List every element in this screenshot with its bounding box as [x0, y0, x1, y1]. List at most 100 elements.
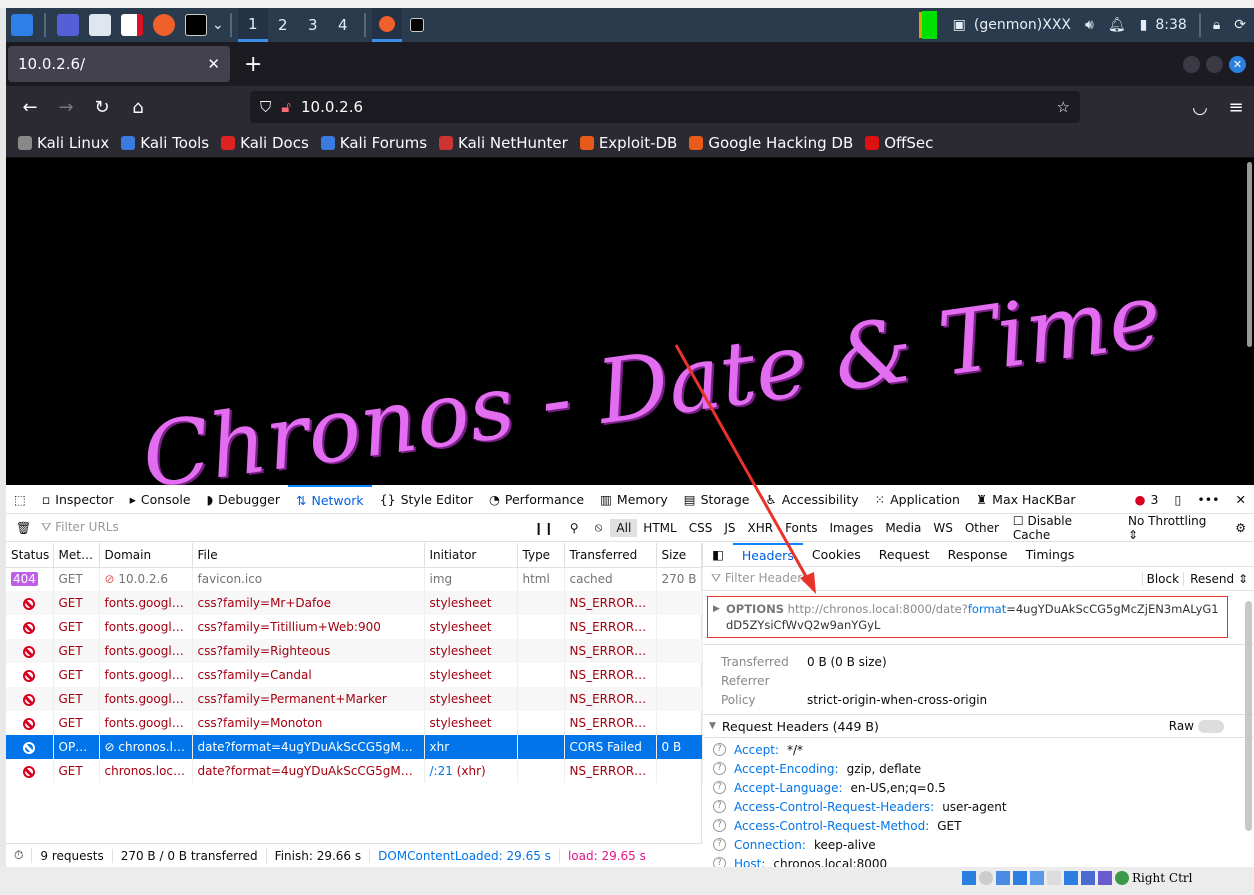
tab-console[interactable]: ▸ Console [122, 485, 199, 514]
battery-icon[interactable]: ▮ [1140, 17, 1148, 33]
request-row[interactable]: GET fonts.googleapis.com css?family=Monoto… [6, 711, 703, 735]
block-button[interactable]: Block [1141, 571, 1183, 586]
pocket-icon[interactable]: ◡ [1182, 97, 1218, 118]
shield-icon[interactable]: ⛉ [260, 98, 271, 116]
help-icon[interactable]: ? [713, 819, 726, 832]
tab-max-hackbar[interactable]: ♜ Max HacKBar [968, 485, 1084, 514]
workspace-4[interactable]: 4 [328, 8, 358, 42]
notification-bell-icon[interactable]: 🔔︎ [1108, 17, 1126, 33]
filter-xhr[interactable]: XHR [741, 519, 779, 537]
request-headers-section[interactable]: ▼ Request Headers (449 B) Raw [703, 714, 1254, 738]
filter-css[interactable]: CSS [683, 519, 719, 537]
responsive-mode-icon[interactable]: ▯ [1167, 485, 1190, 514]
tab-application[interactable]: ⁙ Application [867, 485, 968, 514]
throttling-select[interactable]: No Throttling ⇕ [1120, 514, 1227, 542]
vm-cpu-icon[interactable] [1098, 871, 1112, 885]
back-icon[interactable]: ← [12, 97, 48, 118]
tab-response[interactable]: Response [939, 547, 1017, 562]
close-tab-icon[interactable]: ✕ [207, 55, 220, 73]
header-row[interactable]: ? Accept: */* [703, 740, 1254, 759]
column-header[interactable]: Transferred [564, 543, 657, 568]
request-row[interactable]: GET fonts.googleapis.com css?family=Perman… [6, 687, 703, 711]
header-row[interactable]: ? Access-Control-Request-Headers: user-age… [703, 797, 1254, 816]
window-terminal[interactable] [402, 8, 432, 42]
bookmark-google-hacking-db[interactable]: Google Hacking DB [689, 134, 853, 152]
toggle-sidebar-icon[interactable]: ◧ [703, 547, 733, 562]
header-row[interactable]: ? Access-Control-Request-Method: GET [703, 816, 1254, 835]
volume-icon[interactable]: 🔊︎ [1085, 17, 1094, 33]
request-row[interactable]: OPTI…⊘ chronos.local:8000date?format=4ug… [6, 735, 703, 759]
vm-network-icon[interactable] [1013, 871, 1027, 885]
url-bar[interactable]: ⛉ 🔓︎ 10.0.2.6 ☆ [250, 91, 1080, 123]
tab-network[interactable]: ⇅ Network [287, 484, 372, 514]
kali-menu-icon[interactable] [11, 14, 33, 36]
column-header[interactable]: File [192, 543, 425, 568]
forward-icon[interactable]: → [48, 97, 84, 118]
expand-triangle-icon[interactable]: ▶ [713, 601, 720, 617]
firefox-icon[interactable] [153, 14, 175, 36]
bookmark-kali-docs[interactable]: Kali Docs [221, 134, 309, 152]
search-icon[interactable]: ⚲ [562, 521, 587, 535]
bookmark-kali-tools[interactable]: Kali Tools [121, 134, 209, 152]
disable-cache-checkbox[interactable]: ☐ Disable Cache [1005, 514, 1120, 542]
tab-performance[interactable]: ◔ Performance [481, 485, 592, 514]
filter-ws[interactable]: WS [927, 519, 958, 537]
page-scrollbar[interactable] [1247, 162, 1252, 347]
bookmark-star-icon[interactable]: ☆ [1057, 98, 1070, 116]
resend-button[interactable]: Resend ⇕ [1183, 571, 1254, 586]
initiator-link[interactable]: /:21 [430, 764, 453, 778]
workspace-1[interactable]: 1 [237, 8, 268, 42]
column-header[interactable]: Met… [53, 543, 100, 568]
header-row[interactable]: ? Accept-Encoding: gzip, deflate [703, 759, 1254, 778]
hamburger-menu-icon[interactable]: ≡ [1218, 97, 1254, 118]
desktop-icon[interactable] [57, 14, 79, 36]
pause-icon[interactable]: ❙❙ [526, 521, 562, 535]
filter-other[interactable]: Other [959, 519, 1005, 537]
file-manager-icon[interactable] [89, 14, 111, 36]
home-icon[interactable]: ⌂ [120, 97, 156, 118]
vm-optical-icon[interactable] [979, 871, 993, 885]
collapse-triangle-icon[interactable]: ▼ [709, 721, 716, 731]
request-row[interactable]: 404 GET ⊘ 10.0.2.6 favicon.ico img html cached… [6, 567, 703, 591]
stopwatch-icon[interactable]: ⏱ [6, 848, 33, 863]
reload-icon[interactable]: ↻ [84, 97, 120, 118]
request-url-summary[interactable]: ▶ OPTIONS http://chronos.local:8000/date… [707, 596, 1228, 638]
request-row[interactable]: GET fonts.googleapis.com css?family=Candal… [6, 663, 703, 687]
column-header[interactable]: Initiator [424, 543, 518, 568]
filter-fonts[interactable]: Fonts [779, 519, 823, 537]
tab-storage[interactable]: ▤ Storage [676, 485, 758, 514]
tab-accessibility[interactable]: ♿︎ Accessibility [757, 485, 866, 514]
url-text[interactable]: 10.0.2.6 [301, 98, 363, 116]
tab-style-editor[interactable]: {} Style Editor [372, 485, 481, 514]
vm-hdd-icon[interactable] [962, 871, 976, 885]
bookmark-kali-forums[interactable]: Kali Forums [320, 134, 427, 152]
tab-memory[interactable]: ▥ Memory [592, 485, 676, 514]
trash-icon[interactable]: 🗑︎ [6, 521, 41, 535]
request-row[interactable]: GET fonts.googleapis.com css?family=Mr+Daf… [6, 591, 703, 615]
vm-shared-folder-icon[interactable] [1047, 871, 1061, 885]
vm-mouse-icon[interactable] [1115, 871, 1129, 885]
filter-html[interactable]: HTML [637, 519, 682, 537]
filter-headers-input[interactable]: ⛛ Filter Headers [711, 571, 1142, 586]
bookmark-offsec[interactable]: OffSec [865, 134, 933, 152]
maximize-button[interactable] [1206, 55, 1223, 73]
help-icon[interactable]: ? [713, 838, 726, 851]
more-options-icon[interactable]: ••• [1189, 485, 1227, 514]
request-row[interactable]: GET fonts.googleapis.com css?family=Righte… [6, 639, 703, 663]
help-icon[interactable]: ? [713, 762, 726, 775]
text-editor-icon[interactable] [121, 14, 143, 36]
lock-icon[interactable]: 🔒︎ [1213, 17, 1220, 33]
bookmark-exploit-db[interactable]: Exploit-DB [579, 134, 677, 152]
filter-media[interactable]: Media [879, 519, 927, 537]
tab-debugger[interactable]: ◗ Debugger [199, 485, 288, 514]
filter-all[interactable]: All [610, 518, 638, 537]
workspace-3[interactable]: 3 [298, 8, 328, 42]
close-window-button[interactable]: ✕ [1229, 55, 1246, 73]
chevron-down-icon[interactable]: ⌄ [212, 17, 224, 33]
filter-js[interactable]: JS [718, 519, 741, 537]
tab-inspector[interactable]: ▫ Inspector [34, 485, 122, 514]
request-row[interactable]: GET fonts.googleapis.com css?family=Titill… [6, 615, 703, 639]
tab-request[interactable]: Request [870, 547, 939, 562]
block-icon[interactable]: ⦸ [587, 520, 611, 535]
error-count[interactable]: ● 3 [1127, 485, 1167, 514]
